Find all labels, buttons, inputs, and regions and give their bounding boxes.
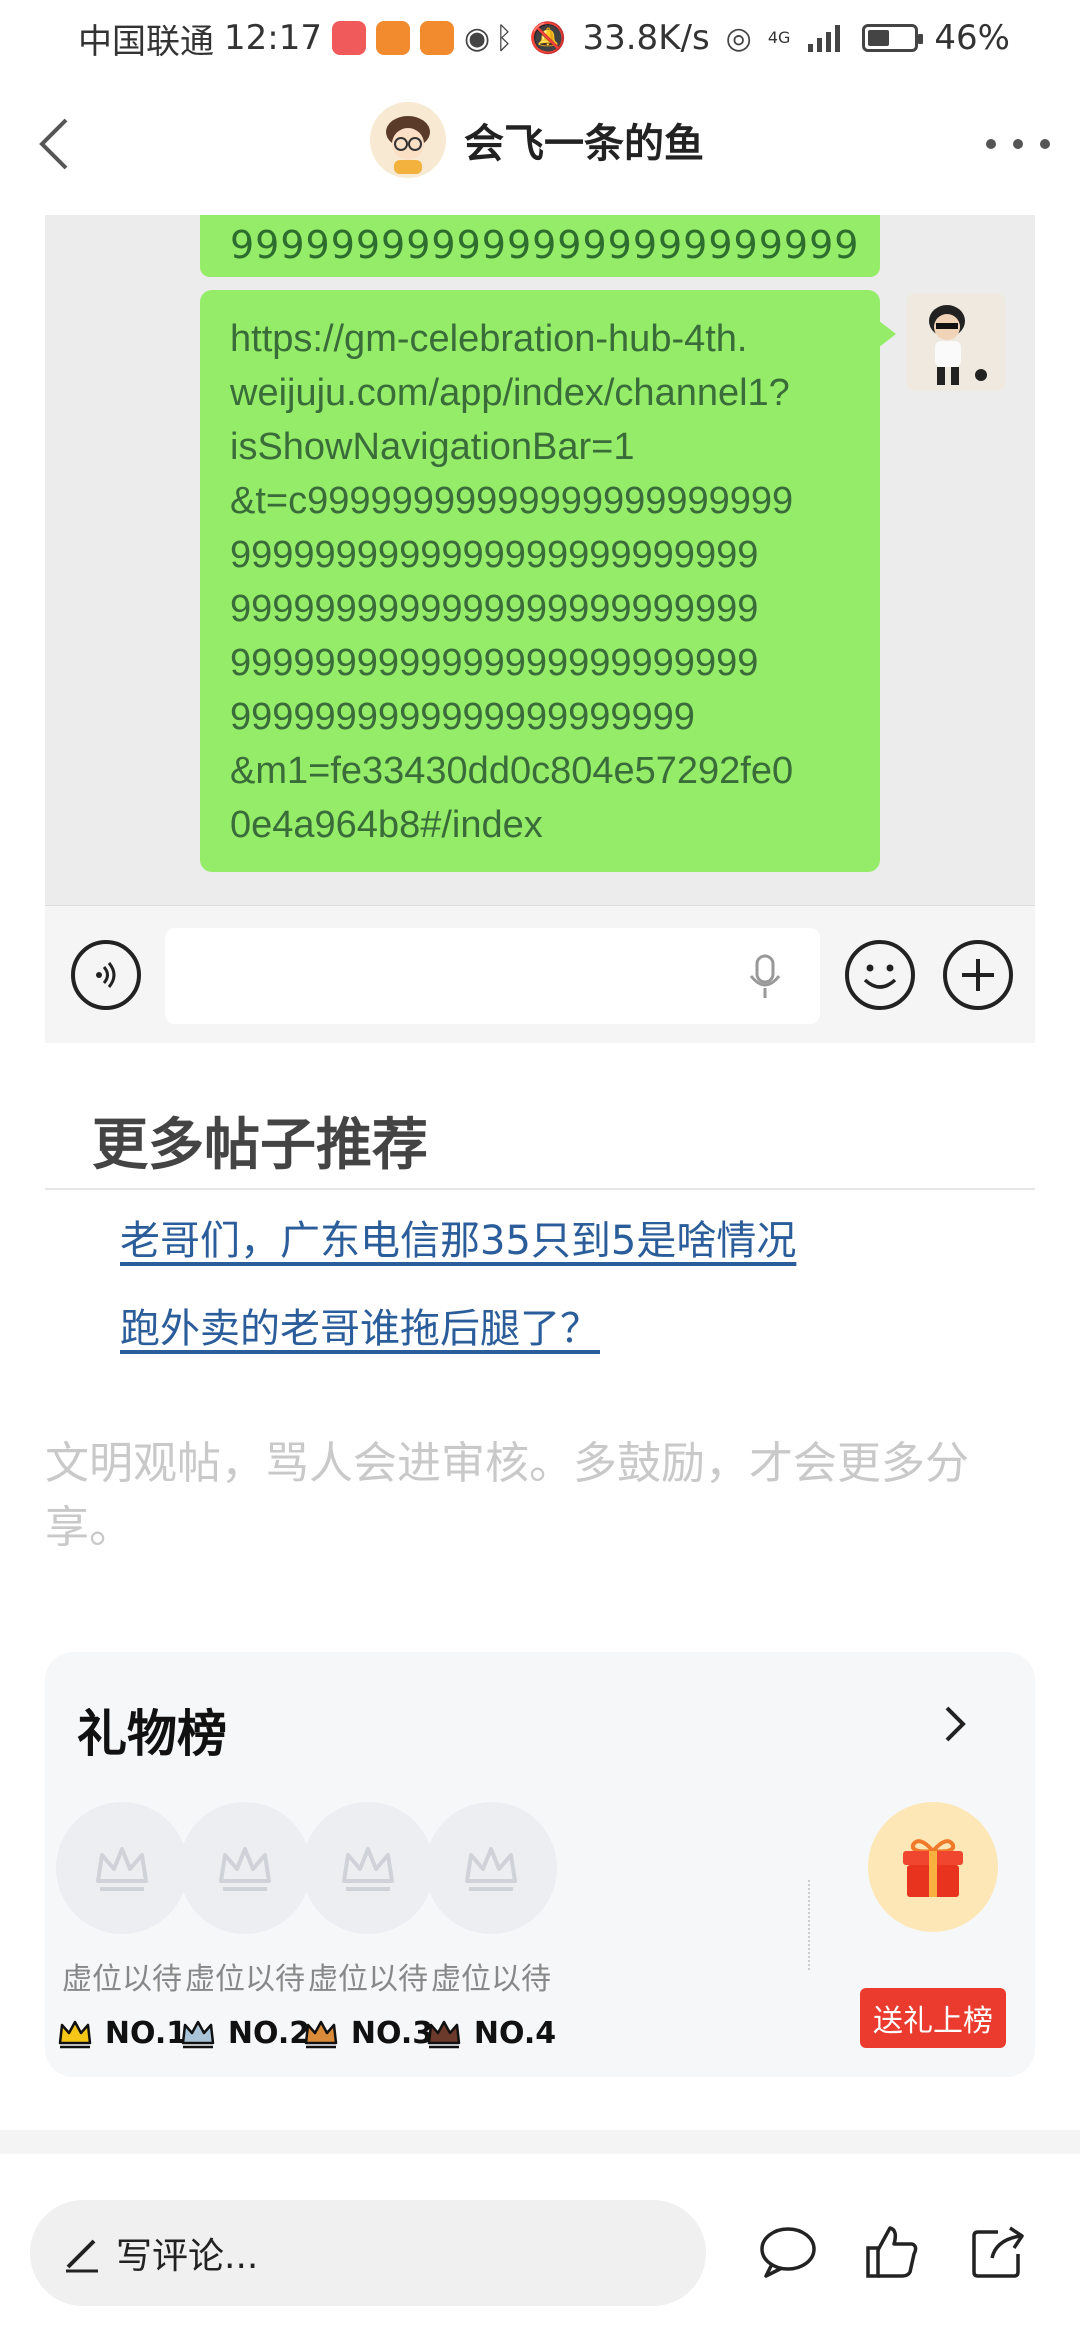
carrier-label: 中国联通 — [78, 21, 214, 62]
signal-icon — [808, 25, 841, 52]
comment-notice: 文明观帖，骂人会进审核。多鼓励，才会更多分享。 — [45, 1438, 969, 1553]
back-arrow-icon[interactable] — [26, 116, 82, 172]
net-speed: 33.8K/s — [582, 18, 710, 58]
comment-input[interactable]: 写评论... — [30, 2200, 706, 2306]
message-text: 9999999999999999999999999 — [230, 223, 860, 267]
battery-label: 46% — [934, 18, 1010, 58]
share-icon[interactable] — [968, 2222, 1028, 2282]
rank-slot[interactable]: 虚位以待 NO.3 — [300, 1802, 436, 2051]
header-user[interactable]: 会飞一条的鱼 — [370, 102, 704, 178]
crown-icon — [427, 2020, 461, 2048]
rank-avatar-placeholder — [425, 1802, 557, 1934]
divider — [45, 1188, 1035, 1190]
status-right: ᛒ 🔕 33.8K/s ◎ 4G 46% — [495, 18, 1010, 58]
rank-number: NO.3 — [300, 2016, 436, 2051]
mic-icon[interactable] — [745, 954, 785, 1000]
chevron-right-icon[interactable] — [935, 1702, 975, 1746]
gift-icon[interactable] — [868, 1802, 998, 1932]
gift-board: 礼物榜 虚位以待 NO.1 虚位以待 NO.2 虚位以待 NO.3 虚位以待 N… — [45, 1652, 1035, 2077]
page-title: 会飞一条的鱼 — [464, 121, 704, 167]
send-gift-button[interactable]: 送礼上榜 — [860, 1988, 1006, 2048]
rank-slot[interactable]: 虚位以待 NO.4 — [423, 1802, 559, 2051]
recommended-post-link[interactable]: 跑外卖的老哥谁拖后腿了？ — [120, 1296, 600, 1354]
chat-screenshot: 9999999999999999999999999 https://gm-cel… — [45, 215, 1035, 905]
avatar — [907, 293, 1005, 391]
crown-icon — [181, 2020, 215, 2048]
rank-number: NO.4 — [423, 2016, 559, 2051]
rank-slot[interactable]: 虚位以待 NO.1 — [54, 1802, 190, 2051]
bluetooth-icon: ᛒ — [495, 20, 514, 56]
message-bubble: https://gm-celebration-hub-4th. weijuju.… — [200, 290, 896, 872]
like-icon[interactable] — [862, 2222, 922, 2282]
comment-placeholder: 写评论... — [116, 2236, 259, 2277]
rank-label: NO.2 — [227, 2016, 311, 2051]
emoji-icon[interactable] — [845, 940, 915, 1010]
eye-icon: ◉ — [463, 20, 491, 56]
rank-avatar-placeholder — [179, 1802, 311, 1934]
rank-wait-label: 虚位以待 — [185, 1962, 305, 1997]
rank-label: NO.4 — [473, 2016, 557, 2051]
network-type: 4G — [767, 28, 791, 47]
crown-icon — [96, 1847, 148, 1891]
message-input[interactable] — [165, 928, 820, 1024]
app-notification-icon — [419, 21, 454, 55]
hotspot-icon: ◎ — [725, 20, 752, 56]
crown-icon — [342, 1847, 394, 1891]
pencil-icon — [66, 2239, 98, 2273]
rank-number: NO.1 — [54, 2016, 190, 2051]
app-notification-icon — [331, 21, 366, 55]
comment-icon[interactable] — [758, 2222, 818, 2282]
rank-avatar-placeholder — [302, 1802, 434, 1934]
rank-label: NO.3 — [350, 2016, 434, 2051]
crown-icon — [304, 2020, 338, 2048]
chat-input-bar — [45, 905, 1035, 1043]
rank-wait-label: 虚位以待 — [431, 1962, 551, 1997]
battery-icon — [862, 24, 924, 52]
chat-header: 会飞一条的鱼 — [0, 96, 1080, 192]
message-text: https://gm-celebration-hub-4th. weijuju.… — [230, 318, 794, 846]
gift-board-title: 礼物榜 — [77, 1705, 227, 1763]
mute-icon: 🔕 — [529, 20, 567, 56]
crown-icon — [219, 1847, 271, 1891]
section-gap — [0, 2130, 1080, 2154]
crown-icon — [58, 2020, 92, 2048]
plus-icon[interactable] — [943, 940, 1013, 1010]
rank-number: NO.2 — [177, 2016, 313, 2051]
status-bar: 中国联通 12:17 ◉ ᛒ 🔕 33.8K/s ◎ 4G 46% — [0, 0, 1080, 76]
app-notification-icon — [375, 21, 410, 55]
status-left: 中国联通 12:17 ◉ — [78, 14, 490, 63]
more-icon[interactable] — [986, 120, 1050, 168]
voice-icon[interactable] — [71, 940, 141, 1010]
time-label: 12:17 — [224, 18, 322, 58]
section-title: 更多帖子推荐 — [92, 1113, 428, 1178]
divider — [808, 1880, 810, 1970]
avatar — [370, 102, 446, 178]
rank-slot[interactable]: 虚位以待 NO.2 — [177, 1802, 313, 2051]
rank-avatar-placeholder — [56, 1802, 188, 1934]
crown-icon — [465, 1847, 517, 1891]
bottom-action-bar: 写评论... — [0, 2170, 1080, 2340]
rank-wait-label: 虚位以待 — [62, 1962, 182, 1997]
message-bubble: 9999999999999999999999999 — [200, 215, 880, 277]
rank-label: NO.1 — [104, 2016, 188, 2051]
recommended-post-link[interactable]: 老哥们，广东电信那35只到5是啥情况 — [120, 1208, 796, 1266]
rank-wait-label: 虚位以待 — [308, 1962, 428, 1997]
